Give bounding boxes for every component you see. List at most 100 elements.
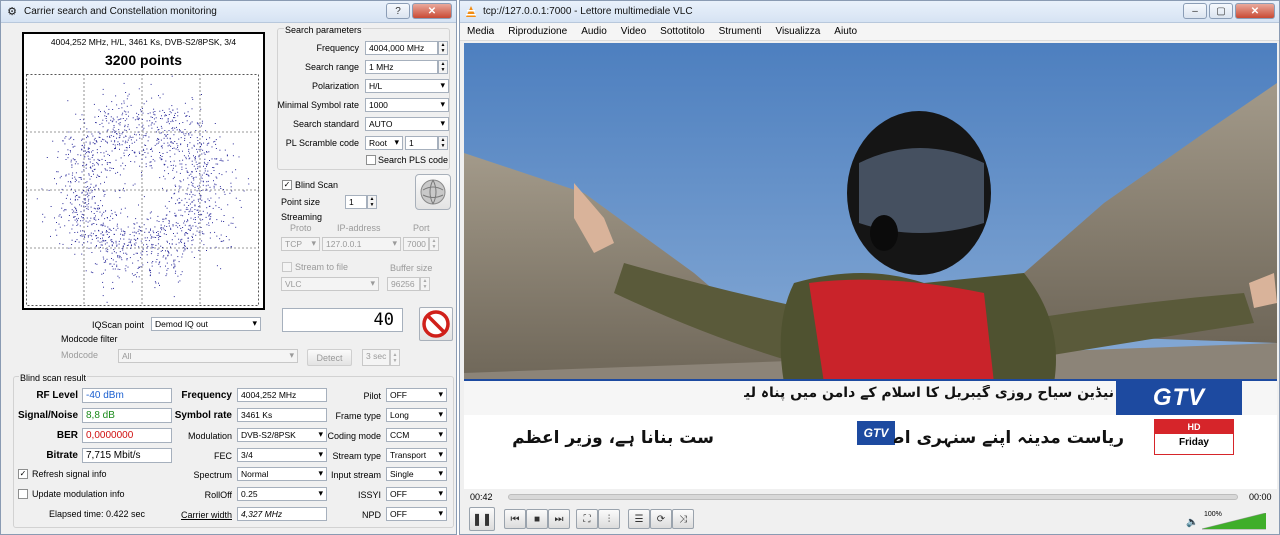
menu-strumenti[interactable]: Strumenti bbox=[712, 26, 769, 37]
ticker-bottom-left-text: ست بنانا ہے، وزیر اعظم bbox=[512, 428, 714, 448]
no-entry-icon bbox=[422, 310, 450, 338]
min-symbol-rate-label: Minimal Symbol rate bbox=[277, 100, 359, 110]
close-button[interactable]: ✕ bbox=[412, 3, 452, 19]
menu-aiuto[interactable]: Aiuto bbox=[827, 26, 864, 37]
speaker-icon[interactable]: 🔈 bbox=[1186, 517, 1198, 528]
ticker-top-text: نیڈین سیاح روزی گیبریل کا اسلام کے دامن … bbox=[744, 385, 1114, 401]
fec-select[interactable]: 3/4 bbox=[237, 448, 327, 462]
scan-globe-button[interactable] bbox=[415, 174, 451, 210]
signal-noise-label: Signal/Noise bbox=[17, 410, 78, 421]
pls-code-spinner[interactable]: ▲ ▼ bbox=[438, 136, 448, 150]
minimize-button[interactable]: – bbox=[1183, 3, 1207, 19]
gtv-logo: GTV bbox=[1116, 379, 1242, 417]
pls-mode-select[interactable]: Root bbox=[365, 136, 403, 150]
iq-scan-select[interactable]: Demod IQ out bbox=[151, 317, 261, 331]
menu-sottotitolo[interactable]: Sottotitolo bbox=[653, 26, 711, 37]
modcode-filter-title: Modcode filter bbox=[61, 334, 118, 344]
search-range-label: Search range bbox=[304, 62, 359, 72]
extended-settings-button[interactable]: ⫶ bbox=[598, 509, 620, 529]
restore-button[interactable]: ▢ bbox=[1209, 3, 1233, 19]
pls-label: PL Scramble code bbox=[285, 138, 359, 148]
modcode-select[interactable]: All bbox=[118, 349, 298, 363]
modulation-select[interactable]: DVB-S2/8PSK bbox=[237, 428, 327, 442]
refresh-signal-checkbox[interactable]: ✓ bbox=[18, 469, 28, 479]
volume-slider[interactable] bbox=[1202, 513, 1266, 530]
vlc-window: tcp://127.0.0.1:7000 - Lettore multimedi… bbox=[459, 0, 1280, 535]
constellation-panel: 4004,252 MHz, H/L, 3461 Ks, DVB-S2/8PSK,… bbox=[22, 32, 265, 310]
proto-label: Proto bbox=[290, 223, 312, 233]
stream-type-label: Stream type bbox=[332, 451, 381, 461]
frequency-spinner[interactable]: ▲ ▼ bbox=[438, 41, 448, 55]
port-spinner[interactable]: ▲ ▼ bbox=[429, 237, 439, 251]
coding-mode-select[interactable]: CCM bbox=[386, 428, 447, 442]
pls-code-input[interactable]: 1 bbox=[405, 136, 438, 150]
ip-select[interactable]: 127.0.0.1 bbox=[322, 237, 401, 251]
playlist-button[interactable]: ☰ bbox=[628, 509, 650, 529]
point-size-input[interactable]: 1 bbox=[345, 195, 367, 209]
stop-button[interactable]: ■ bbox=[526, 509, 548, 529]
menu-visualizza[interactable]: Visualizza bbox=[768, 26, 827, 37]
blind-scan-checkbox[interactable]: ✓ bbox=[282, 180, 292, 190]
pilot-select[interactable]: OFF bbox=[386, 388, 447, 402]
player-select[interactable]: VLC bbox=[281, 277, 379, 291]
loop-icon: ⟳ bbox=[656, 513, 666, 525]
counter-display: 40 bbox=[282, 308, 403, 332]
shuffle-icon: ⤨ bbox=[679, 513, 687, 525]
constellation-plot bbox=[26, 74, 259, 306]
polarization-select[interactable]: H/L bbox=[365, 79, 449, 93]
update-modulation-checkbox[interactable] bbox=[18, 489, 28, 499]
detect-button[interactable]: Detect bbox=[307, 349, 352, 366]
issyi-select[interactable]: OFF bbox=[386, 487, 447, 501]
stop-scan-button[interactable] bbox=[419, 307, 453, 341]
search-range-spinner[interactable]: ▲ ▼ bbox=[438, 60, 448, 74]
next-button[interactable]: ⏭ bbox=[548, 509, 570, 529]
loop-button[interactable]: ⟳ bbox=[650, 509, 672, 529]
frequency-input[interactable]: 4004,000 MHz bbox=[365, 41, 438, 55]
search-pls-checkbox[interactable] bbox=[366, 155, 376, 165]
left-window-title: Carrier search and Constellation monitor… bbox=[24, 6, 217, 17]
timeout-spinner[interactable]: ▲ ▼ bbox=[390, 349, 400, 366]
carrier-search-window: ⚙ Carrier search and Constellation monit… bbox=[0, 0, 457, 535]
search-pls-label: Search PLS code bbox=[378, 155, 449, 165]
seek-bar[interactable] bbox=[508, 494, 1238, 500]
menu-riproduzione[interactable]: Riproduzione bbox=[501, 26, 574, 37]
help-button[interactable]: ? bbox=[386, 3, 410, 19]
rolloff-label: RollOff bbox=[204, 490, 232, 500]
video-frame[interactable]: نیڈین سیاح روزی گیبریل کا اسلام کے دامن … bbox=[464, 43, 1277, 489]
ticker-bottom-right-text: ریاست مدینہ اپنے سنہری اصولوں کی بنیاد پ… bbox=[894, 428, 1124, 448]
spectrum-select[interactable]: Normal bbox=[237, 467, 327, 481]
buffer-size-label: Buffer size bbox=[390, 263, 433, 273]
timeout-input[interactable]: 3 sec bbox=[362, 349, 390, 366]
vlc-close-button[interactable]: ✕ bbox=[1235, 3, 1275, 19]
blind-scan-label: Blind Scan bbox=[295, 180, 339, 190]
proto-select[interactable]: TCP bbox=[281, 237, 320, 251]
menu-audio[interactable]: Audio bbox=[574, 26, 614, 37]
buffer-size-input[interactable]: 96256 bbox=[387, 277, 420, 291]
npd-select[interactable]: OFF bbox=[386, 507, 447, 521]
buffer-size-spinner[interactable]: ▲ ▼ bbox=[420, 277, 430, 291]
rolloff-select[interactable]: 0.25 bbox=[237, 487, 327, 501]
previous-button[interactable]: ⏮ bbox=[504, 509, 526, 529]
polarization-label: Polarization bbox=[311, 81, 359, 91]
total-time-label: 00:00 bbox=[1249, 492, 1272, 502]
stream-type-select[interactable]: Transport bbox=[386, 448, 447, 462]
search-range-input[interactable]: 1 MHz bbox=[365, 60, 438, 74]
input-stream-select[interactable]: Single bbox=[386, 467, 447, 481]
result-title: Blind scan result bbox=[19, 373, 88, 383]
shuffle-button[interactable]: ⤨ bbox=[672, 509, 694, 529]
stream-to-file-checkbox[interactable] bbox=[282, 262, 292, 272]
carrier-width-label[interactable]: Carrier width bbox=[181, 510, 232, 520]
vlc-menubar: Media Riproduzione Audio Video Sottotitolo St… bbox=[460, 23, 1279, 41]
point-size-spinner[interactable]: ▲ ▼ bbox=[367, 195, 377, 209]
menu-media[interactable]: Media bbox=[460, 26, 501, 37]
issyi-label: ISSYI bbox=[357, 490, 381, 500]
play-pause-button[interactable]: ❚❚ bbox=[469, 507, 495, 531]
next-icon: ⏭ bbox=[554, 513, 564, 525]
min-symbol-rate-select[interactable]: 1000 bbox=[365, 98, 449, 112]
menu-video[interactable]: Video bbox=[614, 26, 653, 37]
port-input[interactable]: 7000 bbox=[403, 237, 429, 251]
fullscreen-button[interactable]: ⛶ bbox=[576, 509, 598, 529]
result-frequency-label: Frequency bbox=[181, 390, 232, 401]
frame-type-select[interactable]: Long bbox=[386, 408, 447, 422]
search-standard-select[interactable]: AUTO bbox=[365, 117, 449, 131]
